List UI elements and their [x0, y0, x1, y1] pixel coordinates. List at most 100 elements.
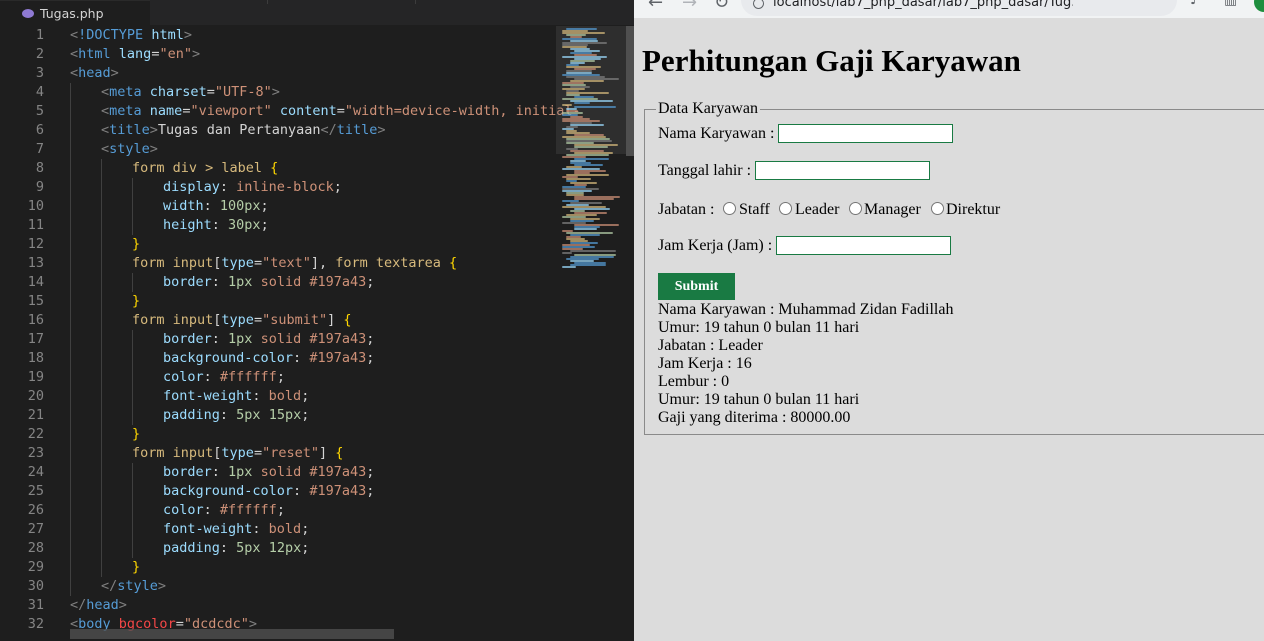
code-line[interactable]: 27 font-weight: bold;	[0, 520, 556, 539]
indent-guide	[70, 121, 71, 140]
forward-arrow-icon[interactable]: →	[682, 0, 697, 13]
code-line[interactable]: 21 padding: 5px 15px;	[0, 406, 556, 425]
indent-guide	[101, 292, 102, 311]
code-text: }	[132, 293, 141, 309]
code-line[interactable]: 29}	[0, 558, 556, 577]
code-line[interactable]: 25 background-color: #197a43;	[0, 482, 556, 501]
indent-guide	[70, 216, 71, 235]
code-line[interactable]: 26 color: #ffffff;	[0, 501, 556, 520]
radio-direktur[interactable]	[931, 202, 944, 215]
profile-avatar[interactable]	[1254, 0, 1264, 12]
media-control-icon[interactable]: ♪	[1190, 0, 1199, 8]
indent-guide	[101, 311, 102, 330]
code-line[interactable]: 15}	[0, 292, 556, 311]
line-number: 20	[27, 388, 44, 404]
indent-guide	[70, 520, 71, 539]
code-line[interactable]: 22}	[0, 425, 556, 444]
line-number: 7	[35, 141, 44, 157]
code-line[interactable]: 14 border: 1px solid #197a43;	[0, 273, 556, 292]
line-number: 14	[27, 274, 44, 290]
code-line[interactable]: 11 height: 30px;	[0, 216, 556, 235]
tab-divider	[415, 0, 416, 4]
code-line[interactable]: 23 form input[type="reset"] {	[0, 444, 556, 463]
nama-karyawan-input[interactable]	[778, 124, 953, 143]
line-number: 10	[27, 198, 44, 214]
editor-tab-label: Tugas.php	[40, 5, 104, 21]
code-line[interactable]: 31 </head>	[0, 596, 556, 615]
address-bar[interactable]: localhost/lab7_php_dasar/lab7_php_dasar/…	[741, 0, 1177, 16]
code-line[interactable]: 6 <title>Tugas dan Pertanyaan</title>	[0, 121, 556, 140]
php-file-icon	[22, 8, 34, 18]
editor-tab-tugas-php[interactable]: Tugas.php	[0, 0, 150, 25]
data-karyawan-fieldset	[644, 109, 1264, 435]
code-line[interactable]: 7 <style>	[0, 140, 556, 159]
code-editor[interactable]: Tugas.php 1 <!DOCTYPE html> 2 <html lang="e…	[0, 0, 634, 641]
radio-staff[interactable]	[723, 202, 736, 215]
code-line[interactable]: 3 <head>	[0, 64, 556, 83]
result-lembur: Lembur : 0	[658, 373, 730, 390]
code-line[interactable]: 17 border: 1px solid #197a43;	[0, 330, 556, 349]
jam-kerja-input[interactable]	[776, 236, 951, 255]
browser-toolbar: ← → ↻ localhost/lab7_php_dasar/lab7_php_…	[634, 0, 1264, 18]
code-line[interactable]: 16 form input[type="submit"] {	[0, 311, 556, 330]
code-line[interactable]: 1 <!DOCTYPE html>	[0, 26, 556, 45]
indent-guide	[132, 178, 133, 197]
minimap[interactable]	[556, 26, 626, 641]
code-line[interactable]: 4 <meta charset="UTF-8">	[0, 83, 556, 102]
code-line[interactable]: 19 color: #ffffff;	[0, 368, 556, 387]
indent-guide	[70, 577, 71, 596]
line-number: 24	[27, 464, 44, 480]
line-number: 27	[27, 521, 44, 537]
code-line[interactable]: 12}	[0, 235, 556, 254]
code-text: padding: 5px 12px;	[163, 540, 310, 556]
code-text: border: 1px solid #197a43;	[163, 331, 375, 347]
line-number: 31	[27, 597, 44, 613]
indent-guide	[101, 330, 102, 349]
code-line[interactable]: 10 width: 100px;	[0, 197, 556, 216]
tab-divider	[267, 0, 268, 4]
reload-icon[interactable]: ↻	[714, 0, 729, 13]
tanggal-lahir-input[interactable]	[755, 161, 930, 180]
back-arrow-icon[interactable]: ←	[648, 0, 663, 13]
indent-guide	[101, 197, 102, 216]
code-line[interactable]: 28 padding: 5px 12px;	[0, 539, 556, 558]
code-text: <head>	[70, 65, 119, 81]
fieldset-legend: Data Karyawan	[656, 100, 760, 118]
side-panel-icon[interactable]: ▥	[1224, 0, 1237, 8]
indent-guide	[70, 197, 71, 216]
indent-guide	[132, 349, 133, 368]
code-line[interactable]: 2 <html lang="en">	[0, 45, 556, 64]
line-number: 17	[27, 331, 44, 347]
radio-label-manager: Manager	[864, 201, 921, 218]
indent-guide	[101, 482, 102, 501]
editor-horizontal-scrollbar[interactable]	[70, 629, 394, 639]
code-line[interactable]: 20 font-weight: bold;	[0, 387, 556, 406]
radio-manager[interactable]	[849, 202, 862, 215]
indent-guide	[70, 482, 71, 501]
minimap-line	[562, 104, 572, 106]
indent-guide	[70, 539, 71, 558]
code-line[interactable]: 8 form div > label {	[0, 159, 556, 178]
code-line[interactable]: 24 border: 1px solid #197a43;	[0, 463, 556, 482]
code-area[interactable]: 1 <!DOCTYPE html> 2 <html lang="en"> 3 <head>…	[0, 26, 581, 641]
indent-guide	[101, 254, 102, 273]
result-gaji: Gaji yang diterima : 80000.00	[658, 409, 851, 426]
code-text: font-weight: bold;	[163, 388, 310, 404]
indent-guide	[70, 83, 71, 102]
radio-leader[interactable]	[779, 202, 792, 215]
code-line[interactable]: 9 display: inline-block;	[0, 178, 556, 197]
indent-guide	[70, 235, 71, 254]
indent-guide	[101, 235, 102, 254]
site-info-icon[interactable]	[753, 0, 764, 9]
code-line[interactable]: 5 <meta name="viewport" content="width=de…	[0, 102, 581, 121]
indent-guide	[70, 140, 71, 159]
code-text: form input[type="submit"] {	[132, 312, 352, 328]
editor-vertical-scrollbar[interactable]	[626, 26, 634, 156]
jabatan-label: Jabatan :	[658, 201, 715, 218]
code-line[interactable]: 30 </style>	[0, 577, 556, 596]
indent-guide	[101, 444, 102, 463]
radio-label-leader: Leader	[795, 201, 840, 218]
code-line[interactable]: 18 background-color: #197a43;	[0, 349, 556, 368]
submit-button[interactable]: Submit	[658, 273, 735, 300]
code-line[interactable]: 13 form input[type="text"], form textarea…	[0, 254, 556, 273]
